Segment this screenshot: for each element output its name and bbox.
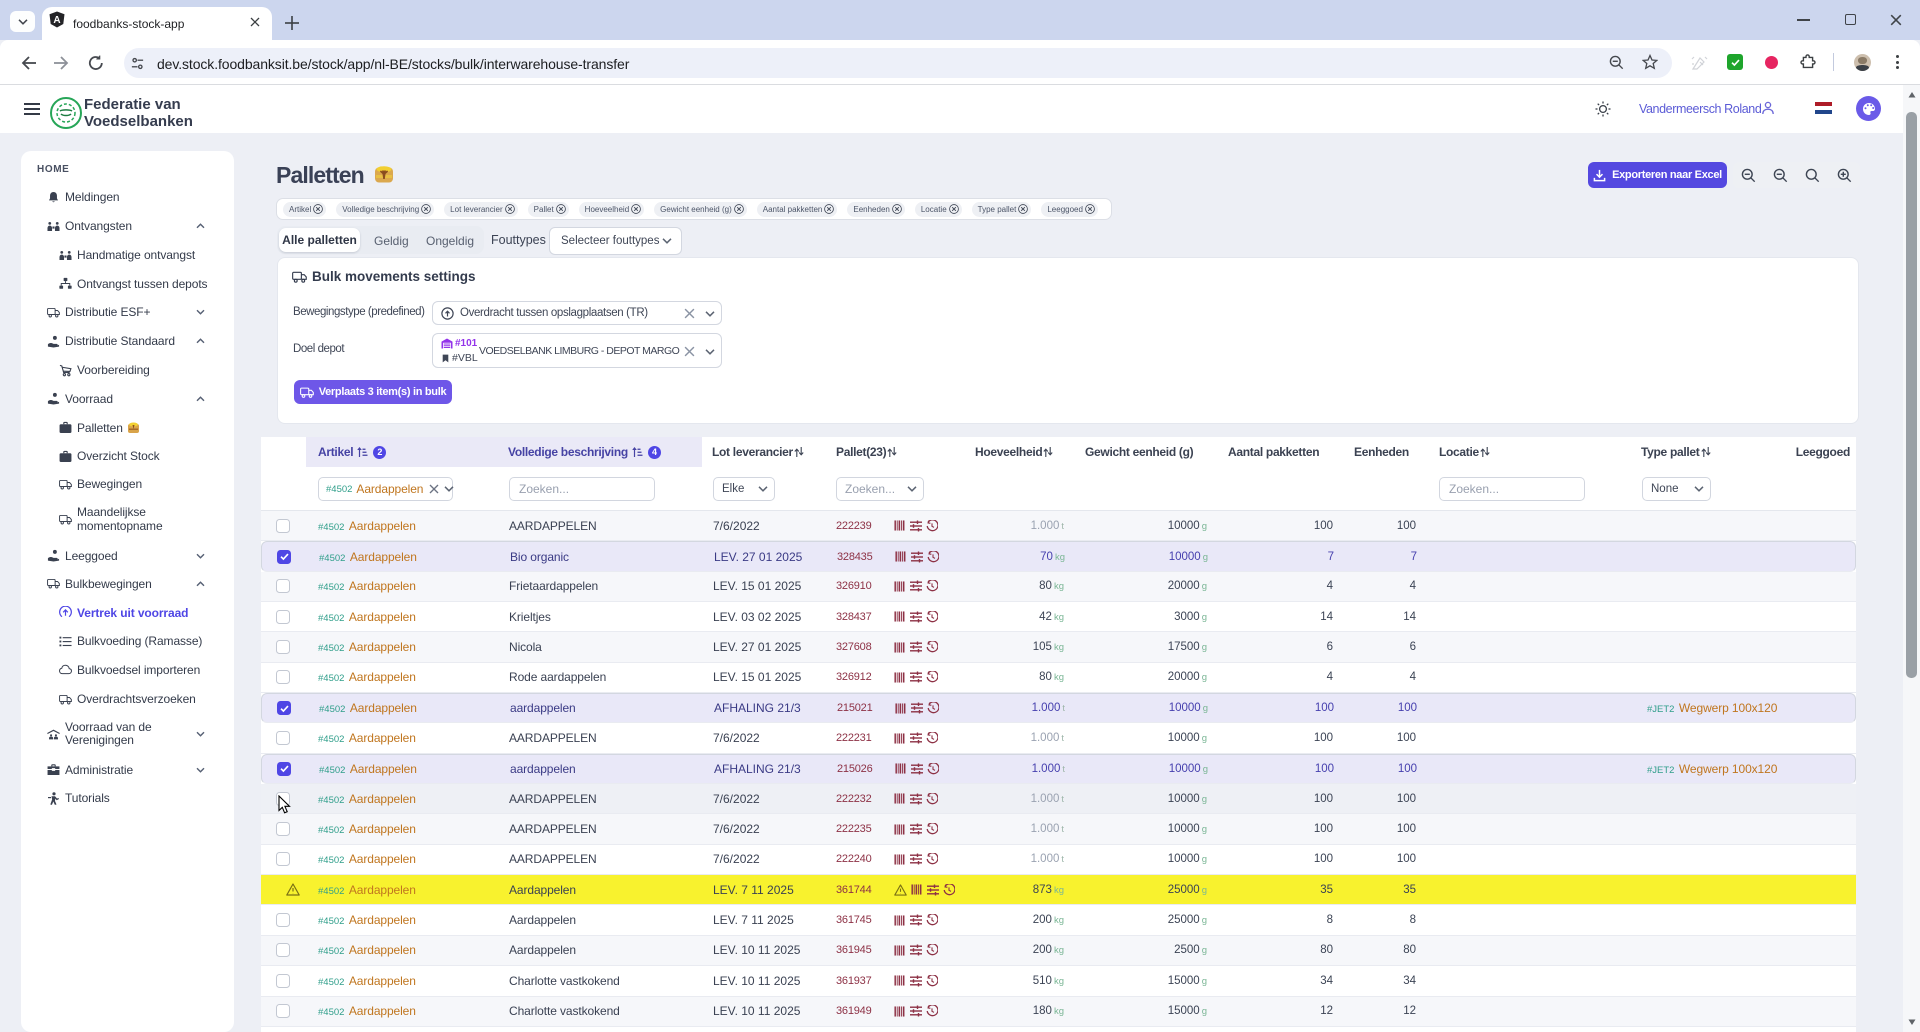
svg-text:A: A	[53, 15, 60, 26]
